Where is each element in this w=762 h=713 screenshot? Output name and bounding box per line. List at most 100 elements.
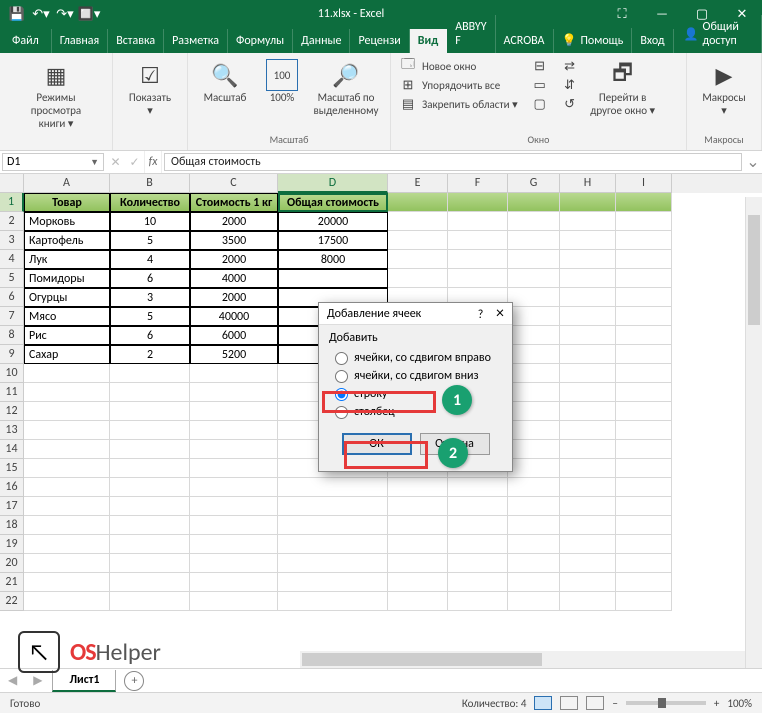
column-header[interactable]: I xyxy=(616,174,672,193)
cell[interactable] xyxy=(388,592,448,611)
row-header[interactable]: 22 xyxy=(0,592,24,611)
cell[interactable] xyxy=(448,193,508,212)
sign-in[interactable]: Вход xyxy=(632,29,673,53)
cell[interactable] xyxy=(508,250,560,269)
cell[interactable] xyxy=(448,535,508,554)
cell[interactable]: 40000 xyxy=(190,307,278,326)
cell[interactable]: 2 xyxy=(110,345,190,364)
sheet-nav-next-icon[interactable]: ▶ xyxy=(25,673,50,688)
cell[interactable] xyxy=(560,269,616,288)
cell[interactable] xyxy=(616,212,672,231)
cell[interactable]: 10 xyxy=(110,212,190,231)
reset-pos-button[interactable]: ↺ xyxy=(559,95,581,113)
cell[interactable] xyxy=(508,231,560,250)
cell[interactable]: 5 xyxy=(110,231,190,250)
cell[interactable]: Товар xyxy=(24,193,110,212)
row-header[interactable]: 16 xyxy=(0,478,24,497)
row-header[interactable]: 11 xyxy=(0,383,24,402)
cell[interactable]: Мясо xyxy=(24,307,110,326)
tab-file[interactable]: Файл xyxy=(0,29,52,53)
cell[interactable] xyxy=(110,573,190,592)
cell[interactable] xyxy=(24,592,110,611)
new-window-button[interactable]: 🗔Новое окно xyxy=(397,57,521,75)
cell[interactable] xyxy=(616,459,672,478)
tab-home[interactable]: Главная xyxy=(52,29,108,53)
tab-insert[interactable]: Вставка xyxy=(108,29,164,53)
macros-button[interactable]: ▶ Макросы ▾ xyxy=(693,57,755,119)
cell[interactable] xyxy=(616,269,672,288)
cell[interactable]: 6 xyxy=(110,326,190,345)
cell[interactable] xyxy=(190,535,278,554)
row-header[interactable]: 15 xyxy=(0,459,24,478)
row-header[interactable]: 5 xyxy=(0,269,24,288)
name-box[interactable]: D1 ▼ xyxy=(2,153,104,171)
cell[interactable] xyxy=(508,288,560,307)
cell[interactable] xyxy=(110,497,190,516)
column-header[interactable]: F xyxy=(448,174,508,193)
cell[interactable] xyxy=(448,573,508,592)
cell[interactable] xyxy=(190,497,278,516)
cell[interactable] xyxy=(388,478,448,497)
cancel-formula-icon[interactable]: ✕ xyxy=(110,155,120,170)
cell[interactable] xyxy=(110,592,190,611)
cell[interactable] xyxy=(508,326,560,345)
cell[interactable] xyxy=(560,421,616,440)
cell[interactable] xyxy=(24,459,110,478)
add-sheet-button[interactable]: + xyxy=(124,671,144,691)
cell[interactable] xyxy=(560,535,616,554)
column-header[interactable]: A xyxy=(24,174,110,193)
cell[interactable] xyxy=(616,307,672,326)
tab-formulas[interactable]: Формулы xyxy=(228,29,293,53)
dialog-close-icon[interactable]: × xyxy=(496,304,504,323)
cell[interactable] xyxy=(508,364,560,383)
cell[interactable] xyxy=(616,440,672,459)
cell[interactable] xyxy=(560,193,616,212)
cell[interactable] xyxy=(508,459,560,478)
unhide-button[interactable]: ▢ xyxy=(529,95,551,113)
cell[interactable] xyxy=(24,535,110,554)
cell[interactable] xyxy=(24,573,110,592)
column-header[interactable]: H xyxy=(560,174,616,193)
sheet-nav-prev-icon[interactable]: ◀ xyxy=(0,673,25,688)
cell[interactable] xyxy=(508,516,560,535)
cell[interactable]: Огурцы xyxy=(24,288,110,307)
cell[interactable] xyxy=(448,497,508,516)
cell[interactable] xyxy=(560,307,616,326)
cell[interactable] xyxy=(560,326,616,345)
cell[interactable] xyxy=(190,364,278,383)
switch-windows-button[interactable]: 🗗 Перейти в другое окно ▾ xyxy=(585,57,661,119)
cell[interactable] xyxy=(508,440,560,459)
cell[interactable] xyxy=(508,497,560,516)
cell[interactable]: Стоимость 1 кг xyxy=(190,193,278,212)
cell[interactable] xyxy=(508,402,560,421)
cell[interactable] xyxy=(448,554,508,573)
cell[interactable] xyxy=(24,364,110,383)
cell[interactable]: 3500 xyxy=(190,231,278,250)
cell[interactable]: 6000 xyxy=(190,326,278,345)
cell[interactable] xyxy=(110,516,190,535)
row-header[interactable]: 10 xyxy=(0,364,24,383)
cell[interactable] xyxy=(278,516,388,535)
row-header[interactable]: 20 xyxy=(0,554,24,573)
cell[interactable] xyxy=(508,345,560,364)
cell[interactable]: Рис xyxy=(24,326,110,345)
qat-customize-icon[interactable]: 🔲▾ xyxy=(78,3,100,25)
cell[interactable] xyxy=(278,535,388,554)
cell[interactable] xyxy=(616,478,672,497)
row-header[interactable]: 19 xyxy=(0,535,24,554)
cell[interactable] xyxy=(388,269,448,288)
cell[interactable] xyxy=(616,421,672,440)
cell[interactable] xyxy=(560,364,616,383)
cell[interactable] xyxy=(560,288,616,307)
cell[interactable] xyxy=(508,193,560,212)
view-side-button[interactable]: ⇄ xyxy=(559,57,581,75)
cell[interactable] xyxy=(278,269,388,288)
row-header[interactable]: 4 xyxy=(0,250,24,269)
undo-icon[interactable]: ↶▾ xyxy=(30,3,52,25)
cell[interactable] xyxy=(278,497,388,516)
cell[interactable] xyxy=(560,516,616,535)
formula-input[interactable]: Общая стоимость xyxy=(164,153,742,171)
row-header[interactable]: 18 xyxy=(0,516,24,535)
cell[interactable] xyxy=(388,231,448,250)
cell[interactable]: 4 xyxy=(110,250,190,269)
